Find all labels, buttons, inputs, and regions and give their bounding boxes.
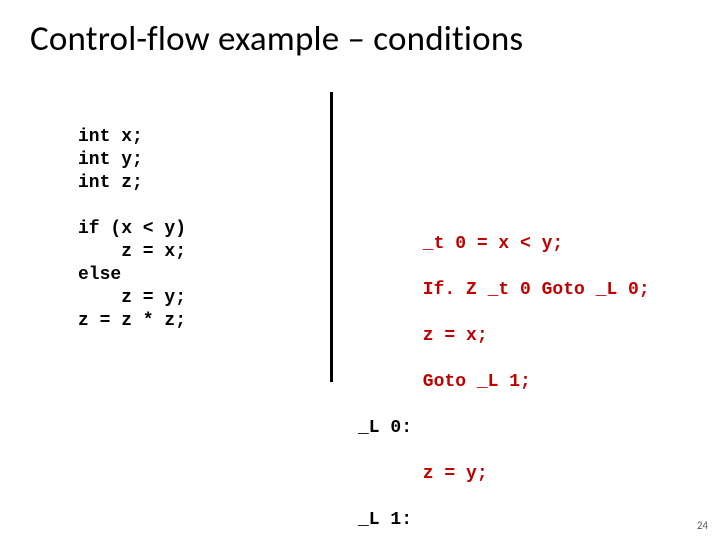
ir-label-l0: _L 0: (358, 417, 650, 440)
ir-line: z = y; (358, 463, 650, 486)
ir-line: z = x; (358, 325, 650, 348)
page-number: 24 (697, 519, 708, 532)
source-code-block: int x; int y; int z; if (x < y) z = x; e… (78, 126, 186, 333)
slide-title: Control-flow example – conditions (30, 18, 690, 60)
ir-line: _t 0 = x < y; (358, 233, 650, 256)
vertical-divider (330, 92, 333, 382)
ir-label-l1: _L 1: (358, 509, 650, 532)
ir-line: Goto _L 1; (358, 371, 650, 394)
ir-code-block: _t 0 = x < y; If. Z _t 0 Goto _L 0; z = … (358, 210, 650, 540)
ir-line: If. Z _t 0 Goto _L 0; (358, 279, 650, 302)
